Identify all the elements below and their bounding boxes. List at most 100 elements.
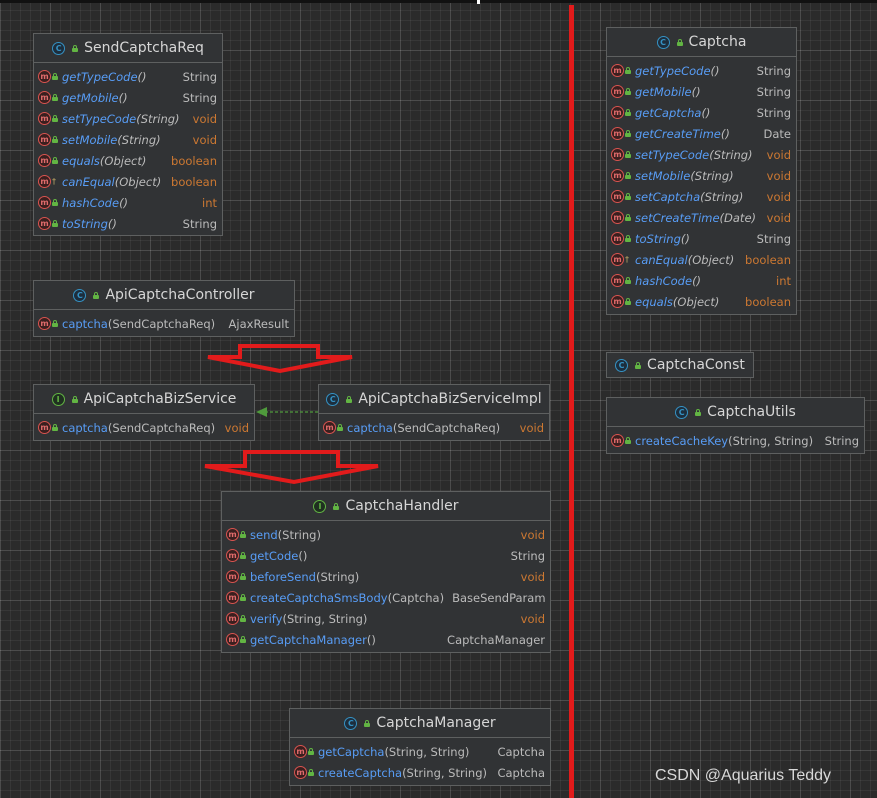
method-icon: m <box>323 421 336 434</box>
method-row[interactable]: m † canEqual (Object) boolean <box>34 171 222 192</box>
method-row[interactable]: m † canEqual (Object) boolean <box>607 249 796 270</box>
class-header: I CaptchaHandler <box>222 492 550 521</box>
method-row[interactable]: m equals (Object) boolean <box>34 150 222 171</box>
method-name: createCaptchaSmsBody <box>250 590 388 605</box>
method-icon-group: m <box>226 591 246 604</box>
method-row[interactable]: m hashCode() int <box>34 192 222 213</box>
method-row[interactable]: m getTypeCode() String <box>34 66 222 87</box>
interface-icon: I <box>51 392 65 406</box>
method-list: m createCacheKey (String, String) String <box>607 427 864 451</box>
public-lock-icon <box>240 615 246 622</box>
method-icon: m <box>38 317 51 330</box>
method-params: (Object) <box>672 294 720 309</box>
class-send-captcha-req[interactable]: C SendCaptchaReq m getTypeCode() String m getM… <box>33 33 223 236</box>
method-list: m send (String) void m getCode() String m before… <box>222 521 550 650</box>
method-params: () <box>691 84 701 99</box>
method-row[interactable]: m equals (Object) boolean <box>607 291 796 312</box>
method-name: hashCode <box>635 273 693 288</box>
method-row[interactable]: m captcha (SendCaptchaReq) void <box>34 417 254 438</box>
method-params: (Object) <box>687 252 735 267</box>
public-lock-icon <box>625 214 631 221</box>
method-icon: m <box>294 745 307 758</box>
method-name: getCaptchaManager <box>250 632 367 647</box>
class-captcha-utils[interactable]: C CaptchaUtils m createCacheKey (String, Str… <box>606 397 865 454</box>
method-row[interactable]: m getCode() String <box>222 545 550 566</box>
return-type: void <box>192 111 217 126</box>
method-icon-group: m <box>611 274 631 287</box>
method-params: (String) <box>709 147 753 162</box>
method-params: (String, String) <box>402 765 487 780</box>
method-row[interactable]: m createCaptcha (String, String) Captcha <box>290 762 550 783</box>
public-lock-icon <box>625 130 631 137</box>
method-icon: m <box>611 211 624 224</box>
class-api-captcha-biz-service-impl[interactable]: C ApiCaptchaBizServiceImpl m captcha (SendCa… <box>318 384 550 441</box>
method-row[interactable]: m getTypeCode() String <box>607 60 796 81</box>
class-captcha-manager[interactable]: C CaptchaManager m getCaptcha (String, Strin… <box>289 708 551 786</box>
interface-api-captcha-biz-service[interactable]: I ApiCaptchaBizService m captcha (SendCaptch… <box>33 384 255 441</box>
class-captcha[interactable]: C Captcha m getTypeCode() String m getMobile()… <box>606 27 797 315</box>
method-row[interactable]: m setTypeCode (String) void <box>34 108 222 129</box>
method-row[interactable]: m verify (String, String) void <box>222 608 550 629</box>
method-icon-group: m <box>226 570 246 583</box>
method-icon-group: m <box>226 612 246 625</box>
method-list: m getTypeCode() String m getMobile() String m s… <box>34 63 222 234</box>
class-header: C CaptchaManager <box>290 709 550 738</box>
method-row[interactable]: m getCaptcha (String, String) Captcha <box>290 741 550 762</box>
method-row[interactable]: m beforeSend (String) void <box>222 566 550 587</box>
method-icon-group: m <box>38 196 58 209</box>
method-name: setMobile <box>62 132 118 147</box>
public-lock-icon <box>52 157 58 164</box>
public-lock-icon <box>364 719 371 727</box>
method-name: canEqual <box>62 174 115 189</box>
method-row[interactable]: m setMobile (String) void <box>607 165 796 186</box>
method-row[interactable]: m getMobile() String <box>607 81 796 102</box>
method-row[interactable]: m send (String) void <box>222 524 550 545</box>
method-params: (SendCaptchaReq) <box>107 420 216 435</box>
method-row[interactable]: m captcha (SendCaptchaReq) void <box>319 417 549 438</box>
method-row[interactable]: m hashCode() int <box>607 270 796 291</box>
method-name: getTypeCode <box>635 63 711 78</box>
method-row[interactable]: m captcha (SendCaptchaReq) AjaxResult <box>34 313 294 334</box>
method-row[interactable]: m createCaptchaSmsBody (Captcha) BaseSendPa… <box>222 587 550 608</box>
return-type: void <box>224 420 249 435</box>
public-lock-icon <box>240 552 246 559</box>
method-list: m captcha (SendCaptchaReq) AjaxResult <box>34 310 294 334</box>
method-row[interactable]: m createCacheKey (String, String) String <box>607 430 864 451</box>
return-type: void <box>766 147 791 162</box>
return-type: void <box>766 189 791 204</box>
method-icon: m <box>38 421 51 434</box>
return-type: String <box>756 105 791 120</box>
method-row[interactable]: m setMobile (String) void <box>34 129 222 150</box>
public-lock-icon <box>676 38 683 46</box>
class-captcha-const[interactable]: C CaptchaConst <box>606 352 754 378</box>
class-header: C ApiCaptchaBizServiceImpl <box>319 385 549 414</box>
method-row[interactable]: m getCaptcha() String <box>607 102 796 123</box>
implements-arrowhead <box>256 407 267 417</box>
public-lock-icon <box>52 424 58 431</box>
return-type: String <box>756 231 791 246</box>
interface-captcha-handler[interactable]: I CaptchaHandler m send (String) void m getCode… <box>221 491 551 653</box>
return-type: int <box>202 195 217 210</box>
method-params: () <box>720 126 730 141</box>
interface-icon: I <box>313 499 327 513</box>
method-icon: m <box>611 148 624 161</box>
method-params: () <box>692 273 702 288</box>
method-row[interactable]: m getMobile() String <box>34 87 222 108</box>
method-name: setMobile <box>635 168 691 183</box>
method-name: send <box>250 527 278 542</box>
method-icon: m <box>38 175 51 188</box>
method-row[interactable]: m setCaptcha (String) void <box>607 186 796 207</box>
class-api-captcha-controller[interactable]: C ApiCaptchaController m captcha (SendCaptch… <box>33 280 295 337</box>
method-row[interactable]: m toString() String <box>607 228 796 249</box>
method-row[interactable]: m getCaptchaManager() CaptchaManager <box>222 629 550 650</box>
method-params: (Object) <box>99 153 147 168</box>
method-icon-group: m <box>38 133 58 146</box>
method-params: () <box>701 105 711 120</box>
method-row[interactable]: m getCreateTime() Date <box>607 123 796 144</box>
class-header: I ApiCaptchaBizService <box>34 385 254 414</box>
method-row[interactable]: m setCreateTime (Date) void <box>607 207 796 228</box>
public-lock-icon <box>240 573 246 580</box>
method-row[interactable]: m toString() String <box>34 213 222 234</box>
method-row[interactable]: m setTypeCode (String) void <box>607 144 796 165</box>
class-name: Captcha <box>688 34 747 50</box>
